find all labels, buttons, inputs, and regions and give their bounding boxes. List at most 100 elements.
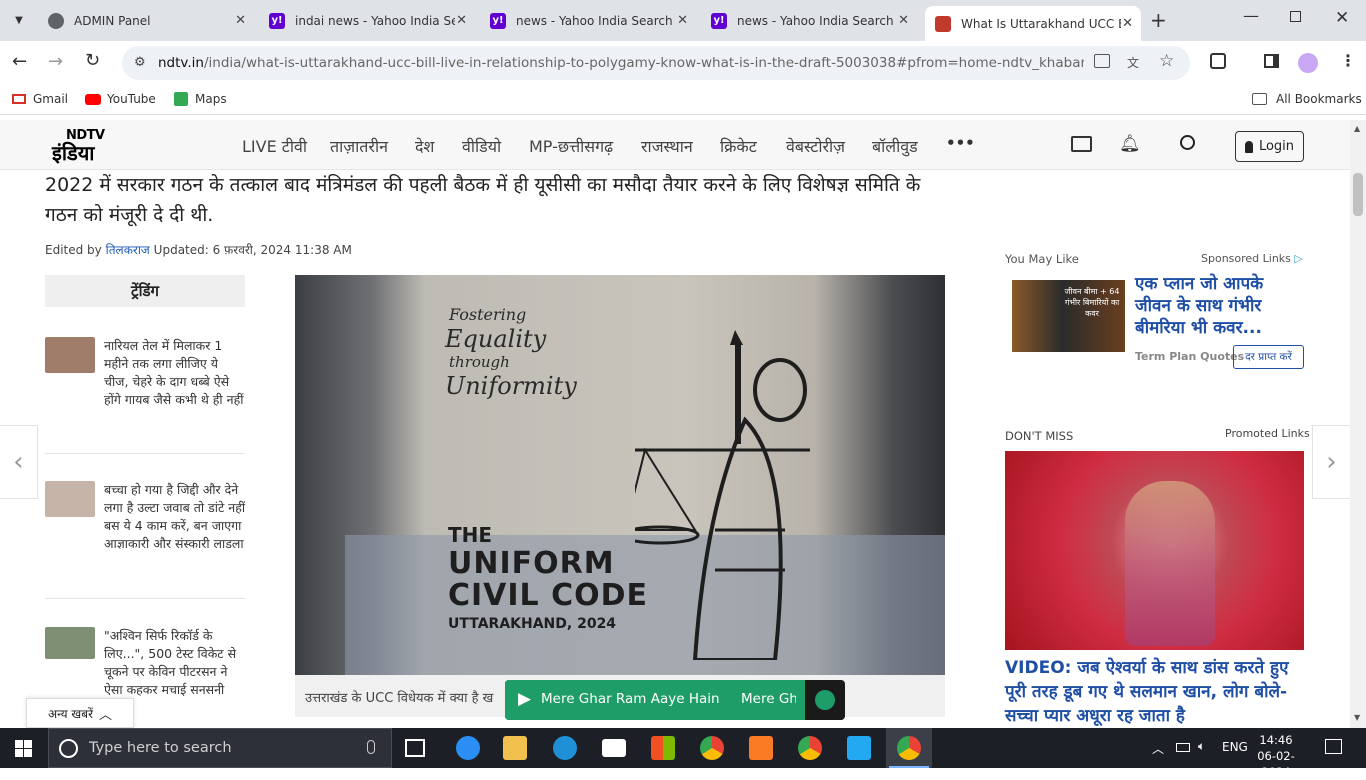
image-tagline: Fostering Equality through Uniformity [445, 305, 577, 400]
profile-avatar[interactable] [1298, 53, 1318, 73]
back-button[interactable]: ← [12, 51, 27, 72]
store-icon[interactable] [651, 736, 675, 760]
next-arrow-icon[interactable]: › [1312, 425, 1350, 499]
close-icon[interactable]: ✕ [456, 13, 467, 28]
trending-item[interactable]: नारियल तेल में मिलाकर 1 महीने तक लगा लीज… [45, 337, 245, 437]
site-nav: NDTV इंडिया LIVE टीवी ताज़ातरीन देश वीडि… [0, 120, 1350, 170]
xampp-icon[interactable] [749, 736, 773, 760]
bookmark-youtube[interactable]: YouTube [85, 92, 156, 106]
language-icon[interactable]: ENG [1222, 740, 1248, 754]
tray-chevron-icon[interactable]: ︿ [1152, 740, 1164, 757]
sponsored-links-label[interactable]: Sponsored Links ▷ [1201, 252, 1303, 265]
yahoo-icon: y! [711, 12, 727, 29]
chrome-profile-icon[interactable] [798, 736, 822, 760]
search-circle-icon [59, 739, 78, 758]
safari-like-icon[interactable] [456, 736, 480, 760]
more-news-button[interactable]: अन्य खबरें ︿ [26, 698, 134, 728]
trending-item[interactable]: "अश्विन सिर्फ रिकॉर्ड के लिए...", 500 टे… [45, 627, 245, 707]
nav-mp-cg[interactable]: MP-छत्तीसगढ़ [529, 135, 613, 157]
nav-bollywood[interactable]: बॉलीवुड [872, 135, 918, 157]
side-panel-icon[interactable] [1264, 54, 1279, 68]
nav-webstories[interactable]: वेबस्टोरीज़ [786, 135, 845, 157]
ad-card[interactable]: जीवन बीमा + 64 गंभीर बिमारियों का कवर एक… [1005, 272, 1305, 372]
nav-latest[interactable]: ताज़ातरीन [330, 135, 388, 157]
restore-button[interactable] [1290, 11, 1301, 22]
edge-icon[interactable] [553, 736, 577, 760]
tab-admin-panel[interactable]: ADMIN Panel ✕ [38, 6, 254, 35]
article-lead-text: 2022 में सरकार गठन के तत्काल बाद मंत्रिम… [45, 174, 921, 226]
address-bar[interactable]: ⚙ ndtv.in/india/what-is-uttarakhand-ucc-… [122, 46, 1190, 80]
volume-icon[interactable]: 🔈︎ [1198, 739, 1205, 754]
gmail-icon [12, 94, 26, 104]
nav-video[interactable]: वीडियो [462, 135, 501, 157]
trending-item[interactable]: बच्चा हो गया है जिद्दी और देने लगा है उल… [45, 481, 245, 571]
clock[interactable]: 14:46 06-02-2024 [1246, 732, 1306, 780]
dont-miss-video-title[interactable]: VIDEO: जब ऐश्वर्या के साथ डांस करते हुए … [1005, 656, 1305, 728]
close-icon[interactable]: ✕ [235, 13, 246, 28]
install-app-icon[interactable] [1094, 54, 1110, 68]
browser-toolbar: ← → ↻ ⚙ ndtv.in/india/what-is-uttarakhan… [0, 41, 1366, 85]
nav-cricket[interactable]: क्रिकेट [720, 135, 757, 157]
nav-more-icon[interactable]: ••• [946, 134, 975, 152]
battery-icon[interactable] [1176, 743, 1190, 752]
promoted-links-label: Promoted Links [1225, 427, 1310, 440]
file-explorer-icon[interactable] [503, 736, 527, 760]
taskbar-search-box[interactable]: Type here to search [48, 728, 392, 768]
trending-thumbnail [45, 481, 95, 517]
close-icon[interactable]: ✕ [898, 13, 909, 28]
mail-icon[interactable] [602, 739, 626, 757]
nav-rajasthan[interactable]: राजस्थान [641, 135, 693, 157]
menu-icon[interactable]: ⋮ [1340, 51, 1356, 70]
editor-link[interactable]: तिलकराज [106, 243, 150, 257]
active-chrome-taskbar[interactable] [886, 728, 932, 768]
ndtv-logo[interactable]: NDTV इंडिया [52, 127, 130, 165]
vscode-icon[interactable] [847, 736, 871, 760]
minimize-button[interactable]: — [1243, 6, 1259, 25]
task-view-icon[interactable] [405, 739, 425, 757]
player-logo-icon [815, 690, 835, 710]
forward-button[interactable]: → [48, 51, 63, 72]
notification-icon[interactable] [1325, 739, 1342, 754]
webpage: NDTV इंडिया LIVE टीवी ताज़ातरीन देश वीडि… [0, 120, 1350, 728]
close-window-button[interactable]: ✕ [1335, 8, 1349, 28]
scrollbar-thumb[interactable] [1353, 173, 1363, 216]
extensions-icon[interactable] [1210, 53, 1226, 69]
tab-search-button[interactable]: ▼ [8, 9, 30, 31]
chrome-icon[interactable] [700, 736, 724, 760]
new-tab-button[interactable]: + [1150, 8, 1167, 32]
tab-yahoo-3[interactable]: y! news - Yahoo India Search R ✕ [701, 6, 917, 35]
tab-ndtv-active[interactable]: What Is Uttarakhand UCC Bi ✕ [925, 6, 1141, 41]
article-image: Fostering Equality through Uniformity TH… [295, 275, 945, 675]
bookmark-maps[interactable]: Maps [174, 92, 227, 106]
dont-miss-video-image[interactable] [1005, 451, 1304, 650]
scroll-down-icon[interactable]: ▼ [1354, 713, 1360, 722]
tab-yahoo-1[interactable]: y! indai news - Yahoo India Sea ✕ [259, 6, 475, 35]
tab-yahoo-2[interactable]: y! news - Yahoo India Search R ✕ [480, 6, 696, 35]
close-icon[interactable]: ✕ [1122, 16, 1133, 31]
reload-button[interactable]: ↻ [85, 50, 100, 71]
search-icon[interactable] [1180, 135, 1195, 150]
floating-audio-player[interactable]: ▶ Mere Ghar Ram Aaye Hain Mere Ghar [505, 680, 845, 720]
bookmark-gmail[interactable]: Gmail [12, 92, 68, 106]
login-button[interactable]: Login [1235, 131, 1304, 162]
prev-arrow-icon[interactable]: ‹ [0, 425, 38, 499]
microphone-icon[interactable] [367, 740, 375, 754]
scroll-up-icon[interactable]: ▲ [1354, 124, 1360, 133]
nav-live-tv[interactable]: LIVE टीवी [242, 135, 307, 157]
yahoo-icon: y! [490, 12, 506, 29]
site-info-icon[interactable]: ⚙ [134, 55, 146, 70]
play-icon[interactable]: ▶ [518, 689, 531, 709]
youtube-icon [85, 93, 101, 105]
bell-icon[interactable]: 🔔︎ [1119, 134, 1141, 154]
ad-source: Term Plan Quotes [1135, 350, 1245, 363]
close-icon[interactable]: ✕ [677, 13, 688, 28]
windows-start-icon[interactable] [15, 740, 32, 757]
translate-icon[interactable]: 文 [1127, 54, 1139, 71]
ad-headline[interactable]: एक प्लान जो आपके जीवन के साथ गंभीर बीमरि… [1135, 273, 1305, 339]
all-bookmarks[interactable]: All Bookmarks [1252, 92, 1362, 106]
ad-cta-button[interactable]: दर प्राप्त करें [1233, 345, 1304, 369]
tv-icon[interactable] [1071, 136, 1092, 152]
bookmark-star-icon[interactable]: ☆ [1159, 51, 1174, 71]
page-scrollbar[interactable]: ▲ ▼ [1350, 120, 1366, 728]
nav-desh[interactable]: देश [415, 135, 434, 157]
